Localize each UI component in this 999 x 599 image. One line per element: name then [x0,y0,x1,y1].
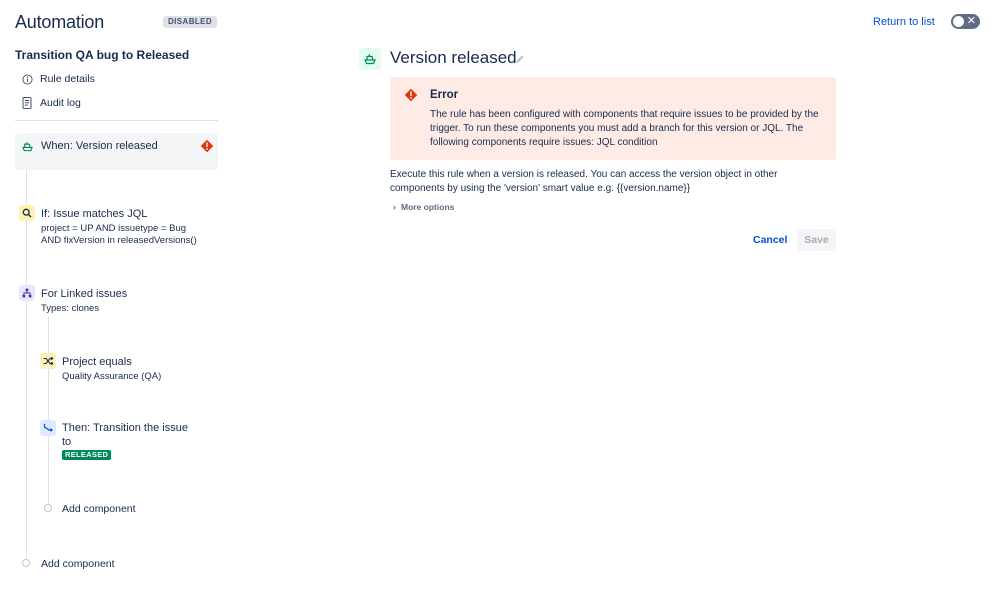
branch-title[interactable]: For Linked issues [41,288,127,300]
branch-condition-subtitle: Quality Assurance (QA) [62,371,162,382]
panel-title: Version released [390,48,517,67]
rule-enabled-toggle[interactable]: ✕ [951,14,980,29]
error-icon [199,138,215,154]
transition-icon [40,420,56,436]
chevron-right-icon: › [393,202,396,212]
shuffle-icon [40,353,56,369]
error-icon [404,88,418,107]
info-icon [20,73,34,85]
condition-jql-line2: AND fixVersion in releasedVersions() [41,235,197,246]
add-component-outer[interactable]: Add component [41,558,115,570]
action-title-line1[interactable]: Then: Transition the issue [62,422,188,434]
condition-title[interactable]: If: Issue matches JQL [41,208,147,220]
condition-jql-line1: project = UP AND issuetype = Bug [41,223,187,234]
more-options-toggle[interactable]: › More options [393,202,454,212]
action-title-line2: to [62,436,72,448]
app-title: Automation [15,12,105,32]
branch-condition-title[interactable]: Project equals [62,356,132,368]
add-component-dot [22,559,30,567]
trigger-description: Execute this rule when a version is rele… [390,169,778,194]
x-icon: ✕ [966,15,976,27]
error-message-box: Error The rule has been configured with … [390,77,836,160]
branch-subtitle: Types: clones [41,303,100,314]
add-component-dot [44,504,52,512]
rule-name: Transition QA bug to Released [15,48,190,62]
nav-label: Rule details [40,73,95,85]
status-badge: DISABLED [163,16,218,28]
nav-audit-log[interactable]: Audit log [20,97,81,109]
cancel-button[interactable]: Cancel [747,229,793,251]
return-to-list-link[interactable]: Return to list [873,16,935,28]
ship-icon [359,48,381,70]
search-icon [19,205,35,221]
ship-icon [19,138,35,154]
error-message: The rule has been configured with compon… [430,109,819,148]
chain-line-inner [48,316,49,508]
nav-rule-details[interactable]: Rule details [20,73,95,85]
more-options-label: More options [401,202,455,212]
sidebar-divider [15,120,218,121]
toggle-knob [953,16,964,27]
document-icon [20,97,34,109]
released-status-lozenge: RELEASED [62,450,112,460]
add-component-inner[interactable]: Add component [62,503,136,515]
error-title: Error [430,89,459,101]
pencil-icon[interactable] [515,51,525,69]
branch-icon [19,285,35,301]
nav-label: Audit log [40,97,81,109]
trigger-title: When: Version released [41,140,158,152]
save-button[interactable]: Save [797,229,836,251]
